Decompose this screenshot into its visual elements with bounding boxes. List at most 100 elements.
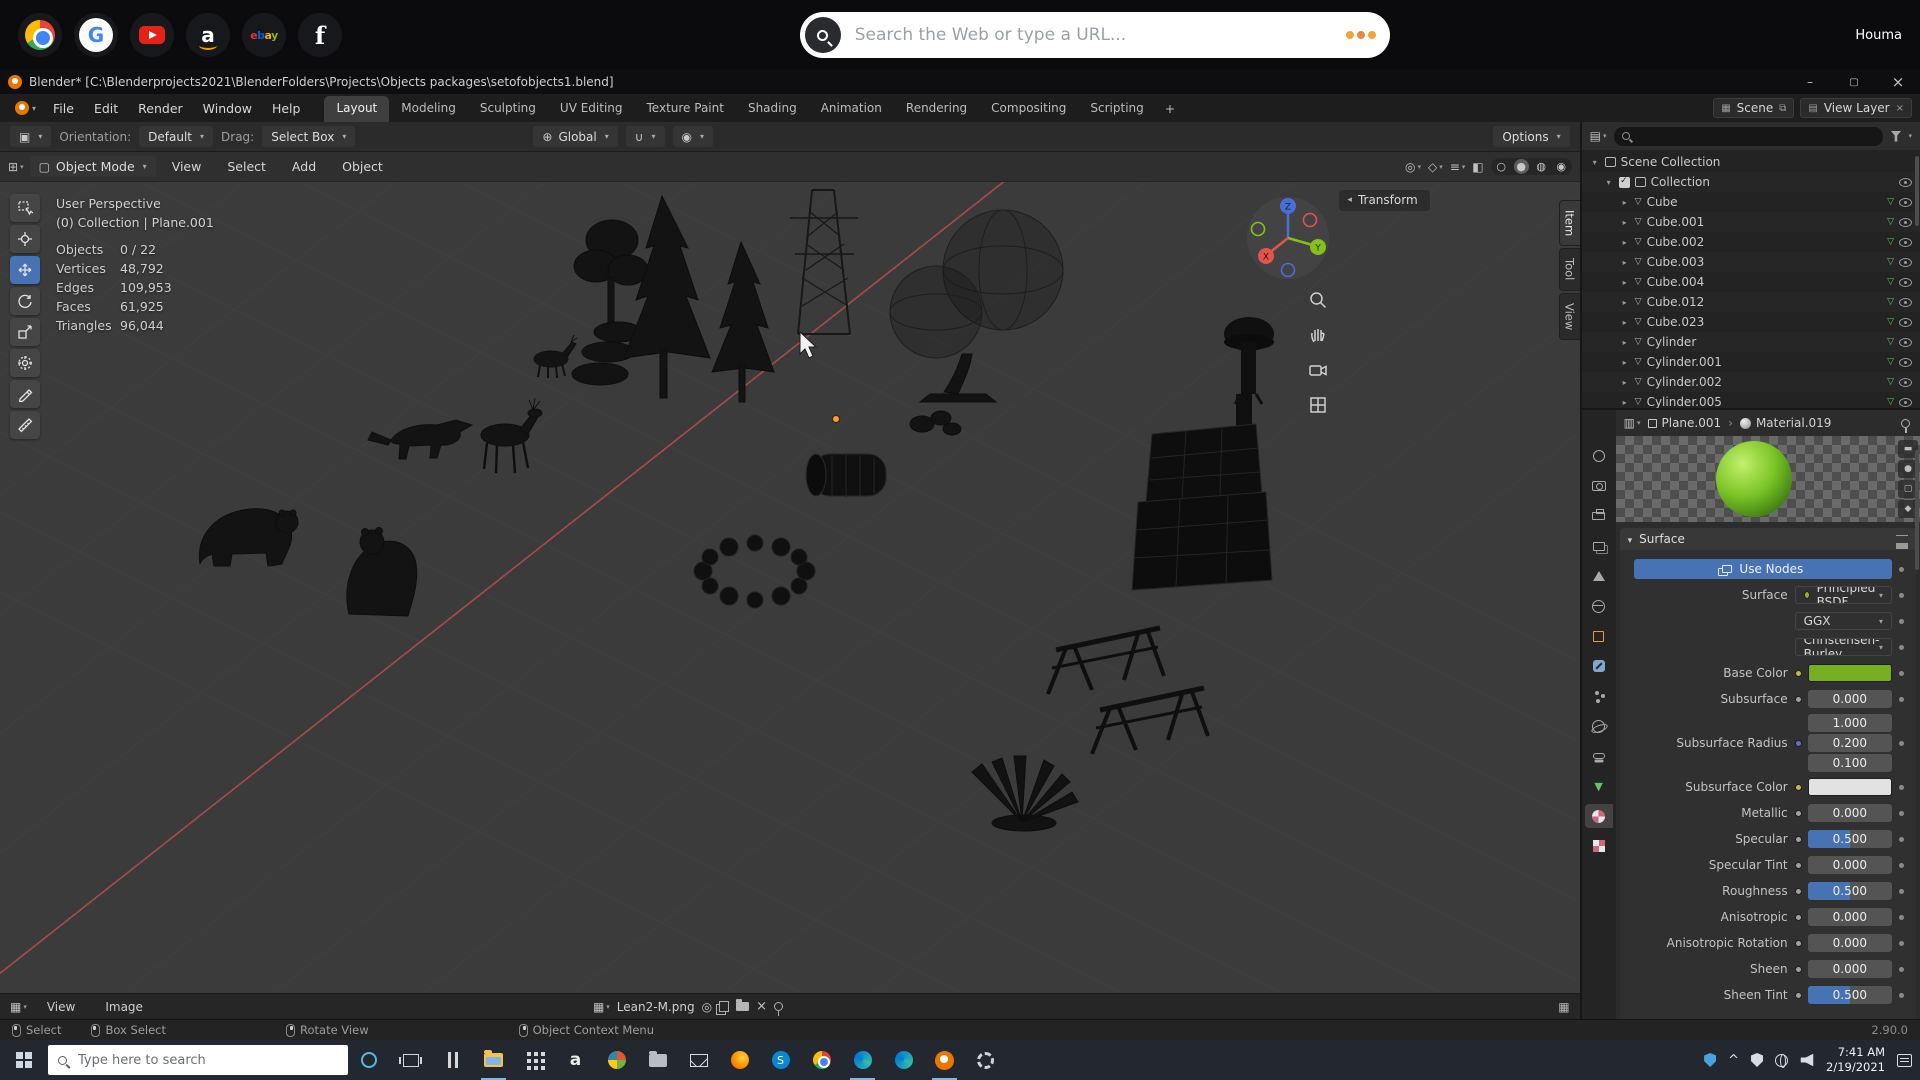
overlays-toggle[interactable]: ≡ xyxy=(1450,160,1466,174)
annotate-tool[interactable] xyxy=(10,380,40,408)
sheen-tint-slider[interactable]: 0.500 xyxy=(1807,986,1892,1004)
tray-expand-chevron[interactable]: ^ xyxy=(1728,1053,1739,1068)
workspace-tab-sculpting[interactable]: Sculpting xyxy=(468,96,548,122)
action-center-icon[interactable] xyxy=(1897,1053,1912,1067)
outliner-options-button[interactable] xyxy=(1908,132,1912,140)
viewport-menu-add[interactable]: Add xyxy=(282,156,326,177)
radius-x-field[interactable]: 1.000 xyxy=(1807,714,1892,732)
new-image-icon[interactable] xyxy=(719,1001,730,1012)
menu-file[interactable]: File xyxy=(43,98,84,119)
shading-rendered-button[interactable]: ◉ xyxy=(1554,159,1569,174)
scene-object-pine-trees[interactable] xyxy=(571,194,775,403)
amazon-shortcut[interactable]: a xyxy=(186,13,230,57)
outliner-row-cylinder[interactable]: ▸ ▽ Cylinder ▽ xyxy=(1581,332,1920,352)
properties-tab-view-layer[interactable] xyxy=(1585,534,1613,558)
material-preview[interactable]: ▬ ● ▢ ◆ xyxy=(1615,436,1920,522)
taskbar-app-a[interactable]: a xyxy=(555,1040,596,1080)
anisotropic-slider[interactable]: 0.000 xyxy=(1807,908,1892,926)
xray-toggle[interactable]: ◧ xyxy=(1472,160,1483,174)
outliner-row-scene-collection[interactable]: ▾ Scene Collection xyxy=(1582,152,1920,172)
scene-object-stone-ring[interactable] xyxy=(693,534,816,609)
measure-tool[interactable] xyxy=(10,411,40,439)
add-workspace-button[interactable]: + xyxy=(1156,96,1184,122)
outliner-search[interactable] xyxy=(1613,126,1884,146)
expand-icon[interactable]: ▾ xyxy=(1604,178,1614,187)
shading-solid-button[interactable]: ● xyxy=(1513,159,1529,174)
scene-render[interactable] xyxy=(0,182,1580,993)
pan-hand-button[interactable] xyxy=(1308,325,1328,349)
active-tool-dropdown[interactable]: ▣ xyxy=(10,126,52,147)
specular-tint-slider[interactable]: 0.000 xyxy=(1807,856,1892,874)
menu-edit[interactable]: Edit xyxy=(84,98,128,119)
menu-help[interactable]: Help xyxy=(262,98,311,119)
ortho-grid-button[interactable] xyxy=(1308,395,1328,419)
taskbar-skype[interactable]: S xyxy=(760,1040,801,1080)
speaker-icon[interactable] xyxy=(1800,1053,1814,1067)
sidebar-tab-item[interactable]: Item xyxy=(1558,200,1580,247)
scene-object-bear[interactable] xyxy=(198,508,299,567)
use-nodes-button[interactable]: Use Nodes xyxy=(1633,559,1892,579)
image-editor-type-button[interactable]: ▦ xyxy=(10,1000,27,1014)
surface-shader-dropdown[interactable]: Principled BSDF xyxy=(1794,586,1892,604)
minimize-button[interactable] xyxy=(1788,70,1832,94)
workspace-tab-modeling[interactable]: Modeling xyxy=(389,96,468,122)
subsurface-slider[interactable]: 0.000 xyxy=(1807,690,1892,708)
taskbar-edge[interactable] xyxy=(842,1040,883,1080)
filter-icon[interactable] xyxy=(1890,130,1902,142)
taskbar-mail[interactable] xyxy=(678,1040,719,1080)
web-search-bar[interactable] xyxy=(799,12,1390,58)
select-box-tool[interactable] xyxy=(10,194,40,222)
view-layer-selector[interactable]: ▤ View Layer × xyxy=(1800,98,1912,118)
youtube-shortcut[interactable] xyxy=(130,13,174,57)
properties-tab-object-data[interactable]: ▼ xyxy=(1585,774,1613,798)
menu-window[interactable]: Window xyxy=(193,98,262,119)
taskbar-photos[interactable] xyxy=(596,1040,637,1080)
scene-object-deer-small[interactable] xyxy=(533,334,578,379)
visibility-eye-icon[interactable] xyxy=(1899,277,1912,287)
taskbar-edge-2[interactable] xyxy=(883,1040,924,1080)
visibility-eye-icon[interactable] xyxy=(1899,177,1912,187)
radius-y-field[interactable]: 0.200 xyxy=(1807,734,1892,752)
maximize-button[interactable] xyxy=(1832,70,1876,94)
camera-view-button[interactable] xyxy=(1308,360,1328,384)
taskbar-search[interactable] xyxy=(48,1045,348,1075)
properties-filter-button[interactable]: ▥ xyxy=(1624,416,1641,430)
properties-tab-render[interactable] xyxy=(1585,474,1613,498)
zoom-button[interactable] xyxy=(1308,290,1328,314)
task-view-button[interactable] xyxy=(390,1040,432,1080)
pin-icon[interactable] xyxy=(1901,418,1910,433)
taskbar-folder-app[interactable] xyxy=(637,1040,678,1080)
outliner-row-cylinder002[interactable]: ▸ ▽ Cylinder.002 ▽ xyxy=(1581,372,1920,392)
rotate-tool[interactable] xyxy=(10,287,40,315)
properties-tab-output[interactable] xyxy=(1585,504,1613,528)
pin-icon[interactable] xyxy=(773,1002,783,1016)
security-shield-icon[interactable] xyxy=(1704,1053,1717,1067)
outliner-row-cylinder005[interactable]: ▸ ▽ Cylinder.005 ▽ xyxy=(1582,392,1920,408)
properties-scrollbar[interactable] xyxy=(1915,450,1919,570)
menu-render[interactable]: Render xyxy=(128,98,193,119)
viewport-canvas[interactable]: User Perspective (0) Collection | Plane.… xyxy=(0,182,1580,993)
scene-object-power-tower[interactable] xyxy=(790,189,858,335)
fake-user-toggle[interactable]: ◎ xyxy=(702,1000,712,1014)
workspace-tab-scripting[interactable]: Scripting xyxy=(1078,96,1155,122)
outliner-row-cube003[interactable]: ▸ ▽ Cube.003 ▽ xyxy=(1581,252,1920,272)
navigation-gizmo[interactable]: Z Y X xyxy=(1246,196,1330,280)
visibility-eye-icon[interactable] xyxy=(1899,377,1912,387)
outliner-row-collection[interactable]: ▾ Collection xyxy=(1581,172,1920,192)
scene-object-log[interactable] xyxy=(805,453,887,498)
properties-tab-scene[interactable] xyxy=(1585,564,1613,588)
scene-object-crate-stack[interactable] xyxy=(1131,394,1273,591)
scene-object-benches[interactable] xyxy=(1046,625,1210,755)
visibility-eye-icon[interactable] xyxy=(1899,237,1912,247)
visibility-eye-icon[interactable] xyxy=(1899,317,1912,327)
workspace-tab-uv-editing[interactable]: UV Editing xyxy=(548,96,635,122)
taskbar-file-explorer[interactable] xyxy=(473,1040,514,1080)
sheen-slider[interactable]: 0.000 xyxy=(1807,960,1892,978)
visibility-eye-icon[interactable] xyxy=(1899,357,1912,367)
chrome-shortcut[interactable] xyxy=(18,13,62,57)
workspace-tab-rendering[interactable]: Rendering xyxy=(894,96,979,122)
drag-dropdown[interactable]: Select Box xyxy=(262,126,356,147)
image-menu-view[interactable]: View xyxy=(37,997,85,1017)
unlink-image-button[interactable] xyxy=(756,999,767,1014)
outliner-row-cube004[interactable]: ▸ ▽ Cube.004 ▽ xyxy=(1582,272,1920,292)
